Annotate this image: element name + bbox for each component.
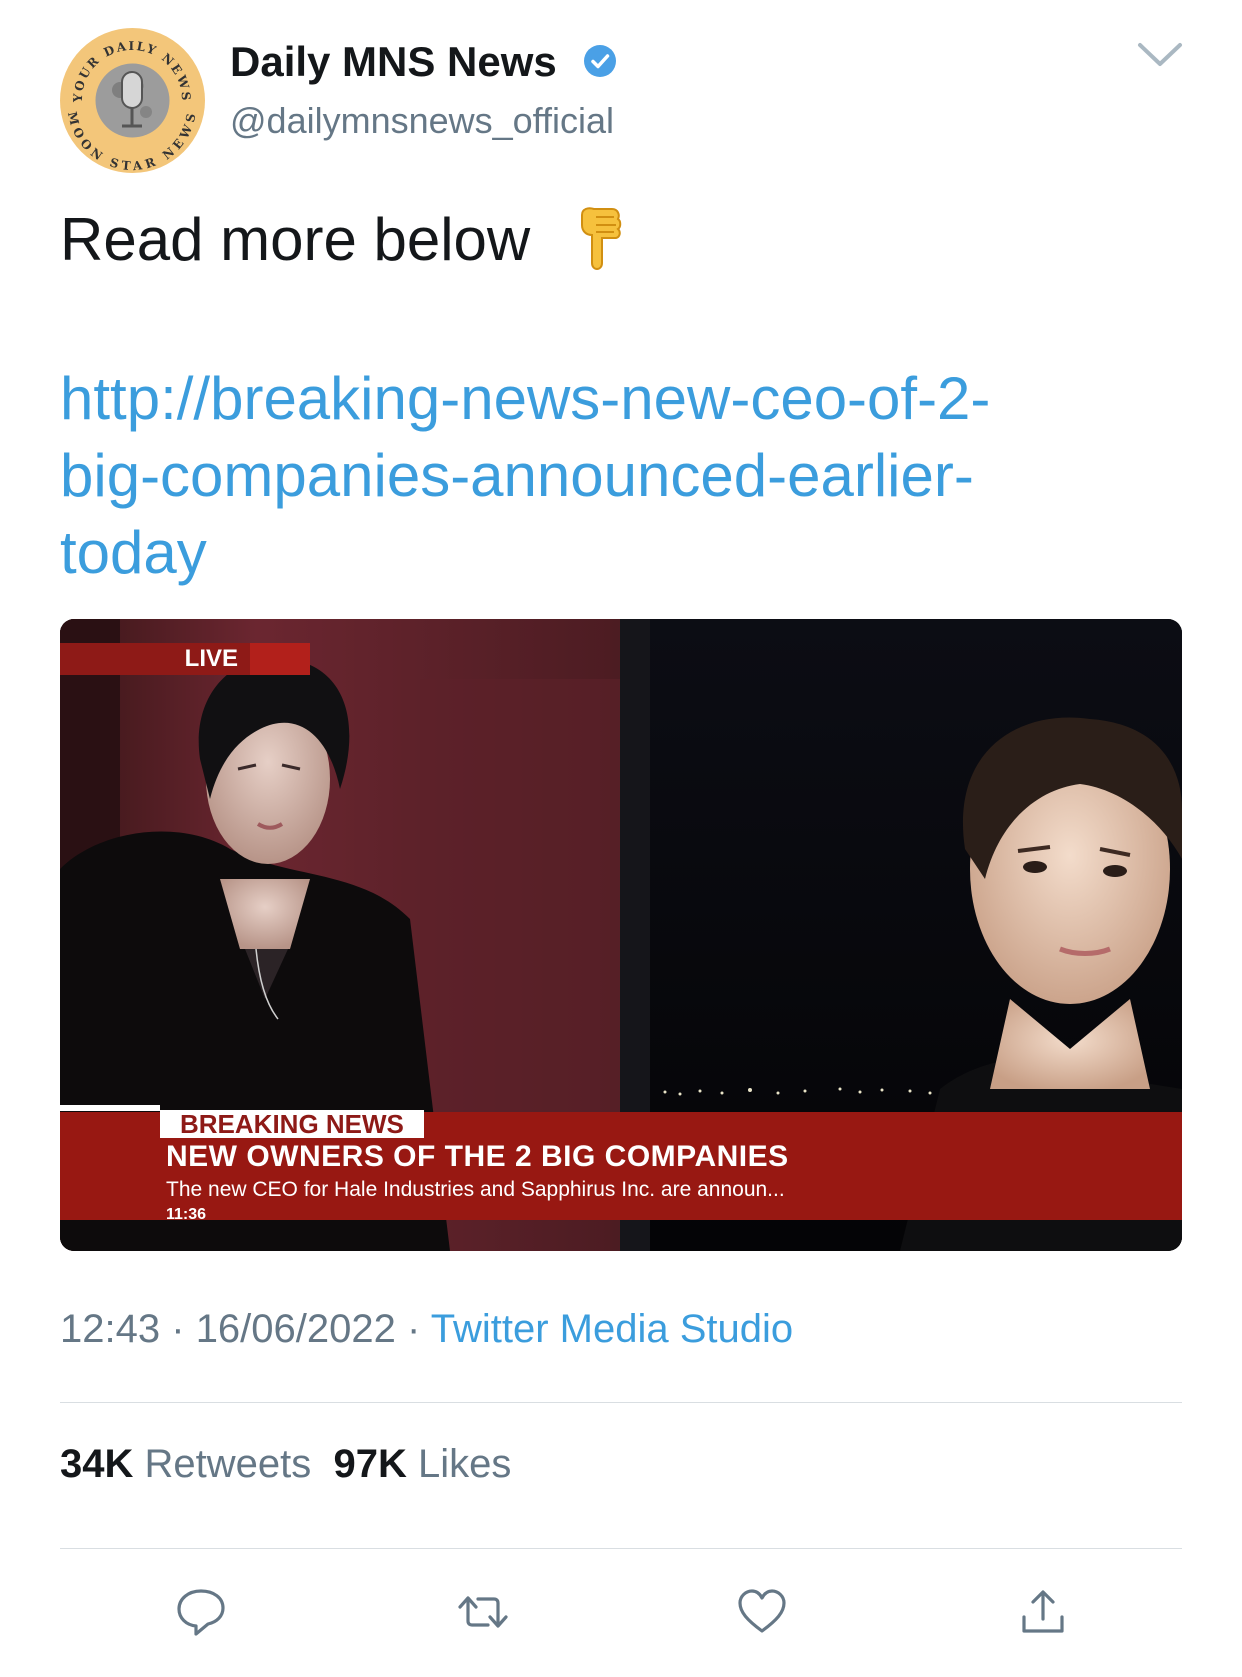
tweet-source-link[interactable]: Twitter Media Studio: [431, 1307, 793, 1351]
retweets-count: 34K: [60, 1442, 134, 1486]
live-tag-edge: [250, 643, 310, 675]
likes-count: 97K: [333, 1442, 407, 1486]
meta-separator: ·: [407, 1307, 421, 1351]
tweet-stats: 34K Retweets 97K Likes: [60, 1442, 511, 1487]
retweet-icon[interactable]: [456, 1585, 510, 1639]
share-icon[interactable]: [1016, 1585, 1070, 1639]
likes-stat[interactable]: 97K Likes: [334, 1442, 512, 1486]
like-icon[interactable]: [735, 1585, 789, 1639]
breaking-news-label: BREAKING NEWS: [160, 1110, 424, 1138]
verified-badge-icon: [584, 45, 616, 77]
retweets-label: Retweets: [144, 1442, 312, 1486]
avatar[interactable]: YOUR DAILY NEWS MOON STAR NEWS: [60, 28, 205, 173]
tweet-date: 16/06/2022: [195, 1307, 396, 1351]
display-name[interactable]: Daily MNS News: [230, 38, 557, 86]
meta-separator: ·: [171, 1307, 185, 1351]
link-line[interactable]: big-companies-announced-earlier-: [60, 437, 1160, 514]
divider: [60, 1548, 1182, 1549]
reply-icon[interactable]: [174, 1585, 228, 1639]
divider: [60, 1402, 1182, 1403]
news-headline: NEW OWNERS OF THE 2 BIG COMPANIES: [166, 1140, 789, 1173]
user-handle[interactable]: @dailymnsnews_official: [230, 100, 614, 142]
link-line[interactable]: http://breaking-news-new-ceo-of-2-: [60, 360, 1160, 437]
pointing-down-emoji-icon: [581, 207, 622, 270]
retweets-stat[interactable]: 34K Retweets: [60, 1442, 311, 1486]
article-link[interactable]: http://breaking-news-new-ceo-of-2- big-c…: [60, 360, 1160, 591]
chevron-down-icon[interactable]: [1136, 40, 1184, 70]
link-line[interactable]: today: [60, 514, 1160, 591]
live-badge: LIVE: [60, 643, 250, 675]
tweet-text: Read more below: [60, 206, 531, 273]
live-label: LIVE: [184, 645, 238, 672]
tweet-time: 12:43: [60, 1307, 161, 1351]
media-image[interactable]: LIVE BREAKING NEWS NEW OWNERS OF THE 2 B…: [60, 619, 1182, 1251]
tweet-meta: 12:43 · 16/06/2022 · Twitter Media Studi…: [60, 1307, 793, 1352]
news-clock: 11:36: [166, 1206, 207, 1223]
likes-label: Likes: [418, 1442, 512, 1486]
tweet: YOUR DAILY NEWS MOON STAR NEWS Daily MNS…: [0, 0, 1242, 1677]
news-subline: The new CEO for Hale Industries and Sapp…: [166, 1178, 785, 1201]
